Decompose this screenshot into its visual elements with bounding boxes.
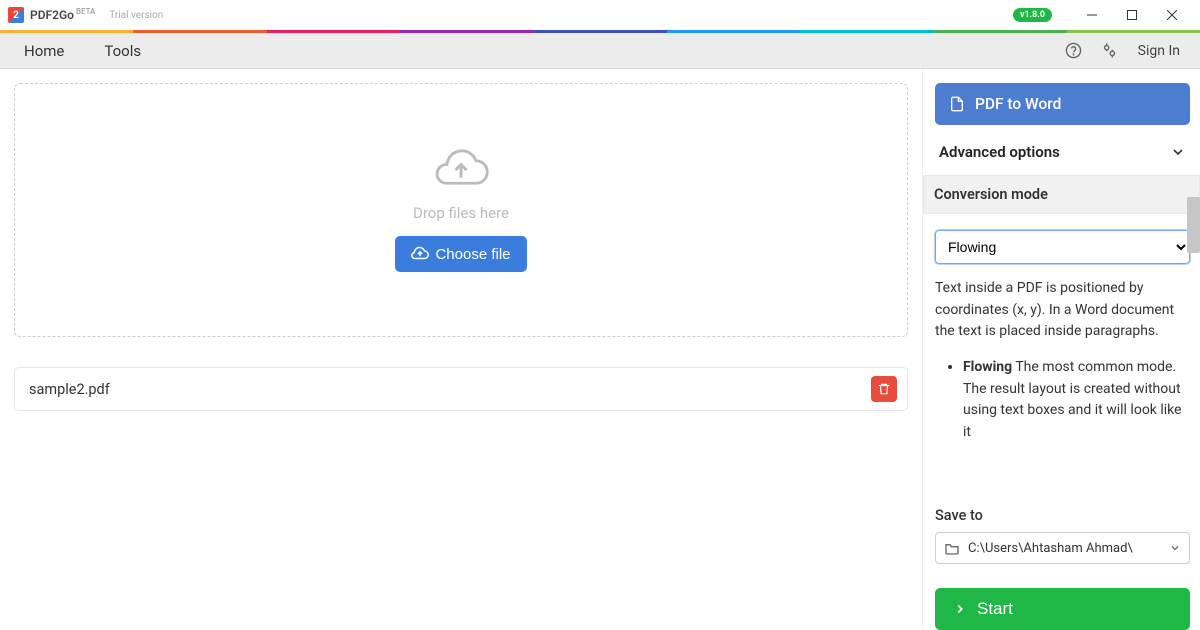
right-panel: PDF to Word Advanced options Conversion … xyxy=(923,69,1200,630)
start-block: Start xyxy=(923,572,1200,630)
conversion-mode-select[interactable]: Flowing xyxy=(935,230,1190,264)
app-name: PDF2Go xyxy=(30,8,74,22)
start-button[interactable]: Start xyxy=(935,588,1190,630)
trial-label: Trial version xyxy=(109,10,163,21)
conversion-mode-title: Conversion mode xyxy=(923,175,1200,214)
cloud-upload-icon xyxy=(431,148,491,196)
titlebar: 2 PDF2Go BETA Trial version v1.8.0 xyxy=(0,0,1200,30)
save-to-label: Save to xyxy=(935,507,1190,524)
folder-icon xyxy=(944,540,960,556)
chevron-down-icon xyxy=(1169,542,1181,554)
rainbow-divider xyxy=(0,30,1200,33)
menu-tools[interactable]: Tools xyxy=(84,42,161,60)
mode-desc-bullet: Flowing The most common mode. The result… xyxy=(963,357,1190,444)
help-icon xyxy=(1065,42,1082,59)
mode-description: Text inside a PDF is positioned by coord… xyxy=(935,278,1190,450)
maximize-icon xyxy=(1127,10,1137,20)
advanced-options-toggle[interactable]: Advanced options xyxy=(935,125,1190,175)
help-button[interactable] xyxy=(1064,41,1084,61)
save-to-block: Save to C:\Users\Ahtasham Ahmad\ xyxy=(923,496,1200,572)
signin-link[interactable]: Sign In xyxy=(1138,43,1180,59)
file-row: sample2.pdf xyxy=(14,367,908,411)
file-name: sample2.pdf xyxy=(29,381,871,398)
choose-file-label: Choose file xyxy=(435,246,510,263)
advanced-options-label: Advanced options xyxy=(939,143,1060,161)
operation-label: PDF to Word xyxy=(975,95,1061,113)
version-badge: v1.8.0 xyxy=(1013,8,1052,22)
chevron-down-icon xyxy=(1170,144,1186,160)
document-icon xyxy=(949,95,965,113)
upload-icon xyxy=(411,245,429,263)
menu-home[interactable]: Home xyxy=(16,42,84,60)
settings-icon xyxy=(1101,42,1118,59)
app-logo-icon: 2 xyxy=(8,7,24,23)
settings-button[interactable] xyxy=(1100,41,1120,61)
mode-desc-bullet-strong: Flowing xyxy=(963,359,1012,375)
beta-label: BETA xyxy=(76,7,95,16)
mode-desc-intro: Text inside a PDF is positioned by coord… xyxy=(935,278,1190,343)
window-minimize-button[interactable] xyxy=(1072,0,1112,30)
operation-badge[interactable]: PDF to Word xyxy=(935,83,1190,125)
main-body: Drop files here Choose file sample2.pdf … xyxy=(0,69,1200,630)
start-label: Start xyxy=(977,599,1013,619)
close-icon xyxy=(1167,10,1177,20)
delete-file-button[interactable] xyxy=(871,376,897,402)
scrollbar-thumb[interactable] xyxy=(1187,197,1200,253)
window-close-button[interactable] xyxy=(1152,0,1192,30)
window-maximize-button[interactable] xyxy=(1112,0,1152,30)
left-panel: Drop files here Choose file sample2.pdf xyxy=(0,69,923,630)
save-to-path: C:\Users\Ahtasham Ahmad\ xyxy=(968,541,1133,556)
menubar: Home Tools Sign In xyxy=(0,33,1200,69)
choose-file-button[interactable]: Choose file xyxy=(395,236,526,272)
chevron-right-icon xyxy=(953,602,967,616)
save-to-select[interactable]: C:\Users\Ahtasham Ahmad\ xyxy=(935,532,1190,564)
trash-icon xyxy=(877,382,891,396)
minimize-icon xyxy=(1087,10,1097,20)
dropzone-text: Drop files here xyxy=(413,204,509,222)
dropzone[interactable]: Drop files here Choose file xyxy=(14,83,908,337)
